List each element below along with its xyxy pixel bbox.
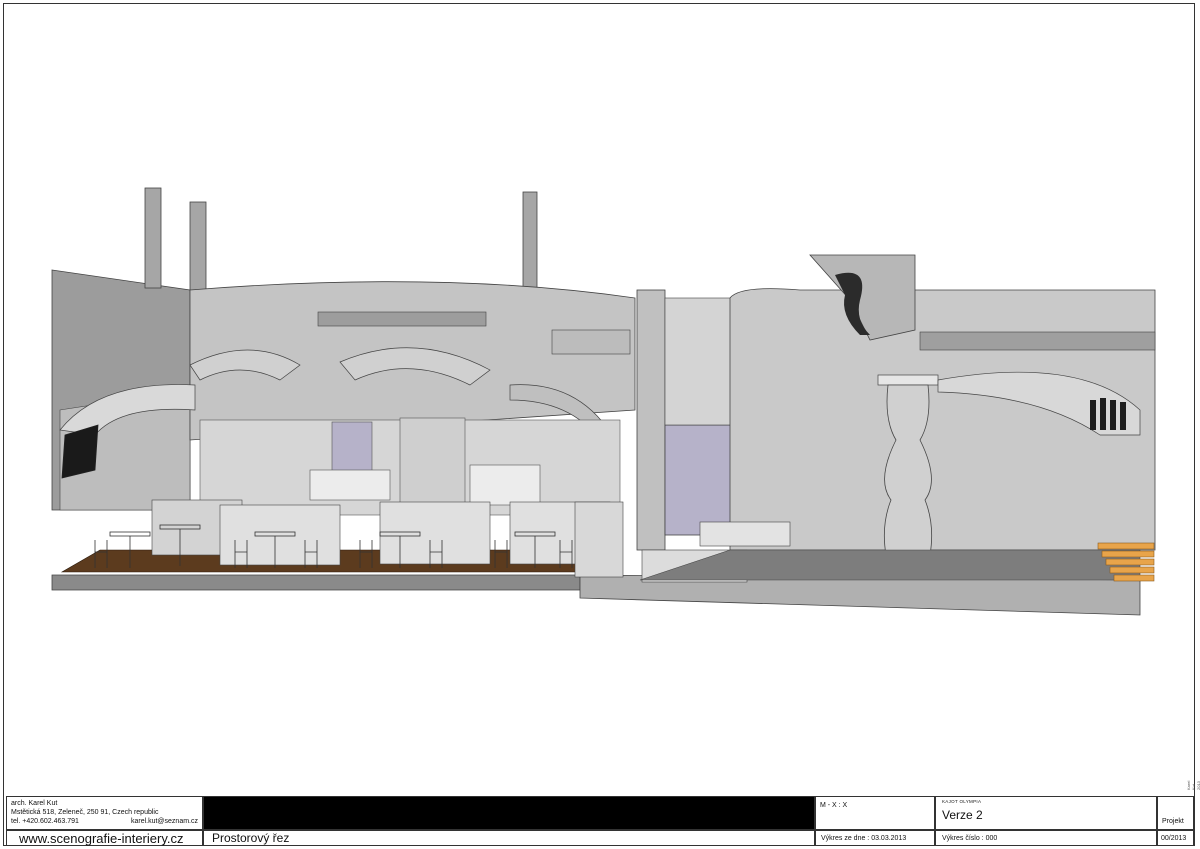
bar-counter-2	[469, 464, 541, 506]
author-address: Mstětická 518, Zeleneč, 250 91, Czech re…	[11, 809, 159, 816]
drawing-number: Výkres číslo : 000	[942, 835, 998, 842]
scale-cell: M - X : X	[815, 796, 935, 830]
bar-counter	[309, 469, 391, 501]
author-phone: tel. +420.602.463.791	[11, 818, 79, 825]
number-cell: Výkres číslo : 000	[935, 830, 1157, 846]
lounge-seat-1	[699, 521, 791, 547]
project-code-cell: 00/2013	[1157, 830, 1194, 846]
project-cell: Projekt	[1157, 796, 1194, 830]
project-code: 00/2013	[1161, 835, 1187, 842]
base-slab	[51, 574, 581, 591]
scale-label: M - X : X	[820, 802, 848, 809]
pillar-divider	[636, 289, 666, 551]
chimney-1	[144, 187, 162, 289]
glazed-door	[664, 424, 732, 536]
wall-recess-1	[317, 311, 487, 327]
column-1	[399, 417, 466, 509]
chimney-3	[522, 191, 538, 289]
drawing-date: Výkres ze dne : 03.03.2013	[821, 835, 907, 842]
client-label: KAJOT OLYMPIA	[942, 799, 982, 804]
website-link[interactable]: www.scenografie-interiery.cz	[19, 831, 183, 846]
version-label: Verze 2	[942, 808, 983, 822]
title-cell: Prostorový řez	[203, 830, 815, 846]
partition-5	[574, 501, 624, 578]
right-upper-strip	[919, 331, 1156, 351]
author-contact: tel. +420.602.463.791 karel.kut@seznam.c…	[11, 817, 198, 826]
baluster-cap	[877, 374, 939, 386]
client-cell: KAJOT OLYMPIA Verze 2	[935, 796, 1157, 830]
author-email: karel.kut@seznam.cz	[130, 818, 198, 825]
partition-2	[219, 504, 341, 566]
black-banner	[203, 796, 815, 830]
bar-window	[331, 421, 373, 473]
chimney-2	[189, 201, 207, 291]
date-cell: Výkres ze dne : 03.03.2013	[815, 830, 935, 846]
author-block: arch. Karel Kut Mstětická 518, Zeleneč, …	[6, 796, 203, 830]
drawing-title: Prostorový řez	[212, 831, 290, 845]
baluster-column	[883, 384, 933, 556]
author-name: arch. Karel Kut	[11, 800, 58, 807]
right-room-back	[664, 297, 736, 426]
section-drawing	[51, 187, 1156, 616]
partition-3	[379, 501, 491, 565]
copyright-note: Karel Kut 2013	[1186, 780, 1200, 790]
wall-recess-2	[551, 329, 631, 355]
project-label: Projekt	[1162, 818, 1184, 825]
website-cell: www.scenografie-interiery.cz	[6, 830, 203, 846]
